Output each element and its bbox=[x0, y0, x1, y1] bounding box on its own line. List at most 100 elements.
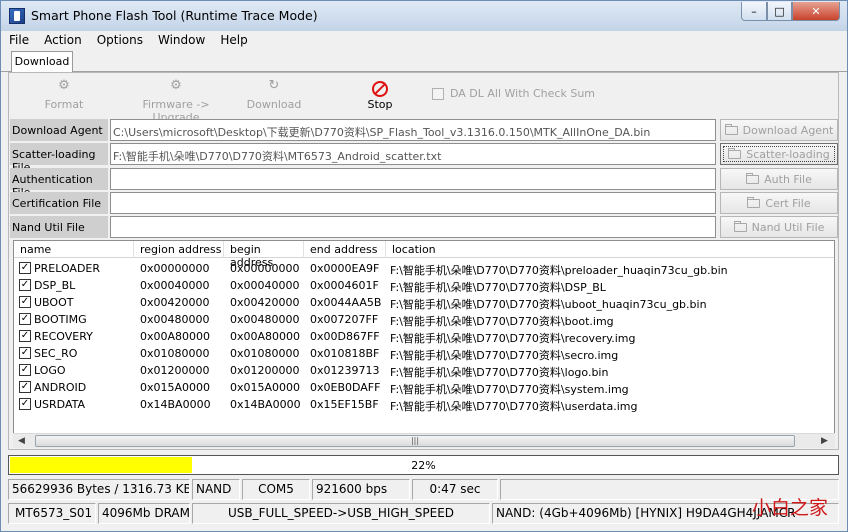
cell-name: DSP_BL bbox=[34, 279, 76, 292]
cell-end: 0x0000EA9F bbox=[310, 262, 380, 275]
format-label: Format bbox=[44, 98, 84, 111]
status-storage: NAND bbox=[192, 479, 240, 500]
cell-begin: 0x01200000 bbox=[230, 364, 300, 377]
row-checkbox[interactable]: ✓ bbox=[19, 279, 31, 291]
table-row[interactable]: ✓ ANDROID 0x015A0000 0x015A0000 0x0EB0DAFF F:… bbox=[14, 379, 834, 396]
maximize-icon: □ bbox=[774, 4, 785, 18]
cell-name: SEC_RO bbox=[34, 347, 78, 360]
cell-name: USRDATA bbox=[34, 398, 86, 411]
menu-bar: File Action Options Window Help bbox=[1, 31, 847, 50]
download-agent-field[interactable]: C:\Users\microsoft\Desktop\下载更新\D770资料\S… bbox=[110, 119, 716, 141]
cell-name: ANDROID bbox=[34, 381, 87, 394]
cell-end: 0x15EF15BF bbox=[310, 398, 379, 411]
cell-name: LOGO bbox=[34, 364, 66, 377]
download-agent-button[interactable]: Download Agent bbox=[720, 119, 838, 141]
cell-region: 0x00420000 bbox=[140, 296, 210, 309]
menu-help[interactable]: Help bbox=[212, 31, 254, 50]
format-button[interactable]: ⚙ Format bbox=[36, 78, 92, 111]
tab-download[interactable]: Download bbox=[11, 51, 73, 72]
row-checkbox[interactable]: ✓ bbox=[19, 381, 31, 393]
table-row[interactable]: ✓ UBOOT 0x00420000 0x00420000 0x0044AA5B F:\智… bbox=[14, 294, 834, 311]
download-agent-label: Download Agent bbox=[10, 119, 108, 141]
firmware-upgrade-button[interactable]: ⚙ Firmware -> Upgrade bbox=[118, 78, 234, 124]
cell-begin: 0x015A0000 bbox=[230, 381, 301, 394]
nand-util-label: Nand Util File bbox=[10, 216, 108, 238]
status-port: COM5 bbox=[242, 479, 310, 500]
cell-region: 0x00040000 bbox=[140, 279, 210, 292]
cell-begin: 0x00A80000 bbox=[230, 330, 301, 343]
file-row-certification: Certification File Cert File bbox=[10, 192, 838, 214]
minimize-icon: – bbox=[751, 4, 757, 18]
cell-region: 0x00000000 bbox=[140, 262, 210, 275]
format-icon: ⚙ bbox=[58, 78, 70, 93]
certification-field[interactable] bbox=[110, 192, 716, 214]
cell-end: 0x0044AA5B bbox=[310, 296, 382, 309]
column-header-end[interactable]: end address bbox=[304, 241, 386, 258]
cell-region: 0x01080000 bbox=[140, 347, 210, 360]
progress-bar: 22% bbox=[8, 455, 839, 475]
table-row[interactable]: ✓ PRELOADER 0x00000000 0x00000000 0x0000EA9F… bbox=[14, 260, 834, 277]
menu-options[interactable]: Options bbox=[89, 31, 150, 50]
title-bar: Smart Phone Flash Tool (Runtime Trace Mo… bbox=[1, 1, 847, 31]
progress-label: 22% bbox=[411, 459, 436, 472]
maximize-button[interactable]: □ bbox=[767, 2, 792, 21]
minimize-button[interactable]: – bbox=[741, 2, 767, 21]
row-checkbox[interactable]: ✓ bbox=[19, 330, 31, 342]
column-header-name[interactable]: name bbox=[14, 241, 134, 258]
table-row[interactable]: ✓ DSP_BL 0x00040000 0x00040000 0x0004601F F:\… bbox=[14, 277, 834, 294]
menu-window[interactable]: Window bbox=[150, 31, 212, 50]
scroll-right-icon[interactable]: ▶ bbox=[821, 436, 828, 446]
row-checkbox[interactable]: ✓ bbox=[19, 398, 31, 410]
cell-name: UBOOT bbox=[34, 296, 74, 309]
status-baud: 921600 bps bbox=[312, 479, 410, 500]
nand-util-button[interactable]: Nand Util File bbox=[720, 216, 838, 238]
table-header: name region address begin address end ad… bbox=[14, 241, 834, 269]
column-header-region[interactable]: region address bbox=[134, 241, 224, 258]
column-header-begin[interactable]: begin address bbox=[224, 241, 304, 269]
file-row-scatter-loading: Scatter-loading File F:\智能手机\朵唯\D770\D77… bbox=[10, 143, 838, 174]
scatter-loading-field[interactable]: F:\智能手机\朵唯\D770\D770资料\MT6573_Android_sc… bbox=[110, 143, 716, 165]
stop-icon bbox=[372, 81, 388, 97]
menu-file[interactable]: File bbox=[1, 31, 36, 50]
cell-name: RECOVERY bbox=[34, 330, 93, 343]
scrollbar-thumb[interactable]: ||| bbox=[35, 435, 795, 447]
stop-button[interactable]: Stop bbox=[360, 78, 400, 111]
table-row[interactable]: ✓ BOOTIMG 0x00480000 0x00480000 0x007207FF F:… bbox=[14, 311, 834, 328]
table-row[interactable]: ✓ RECOVERY 0x00A80000 0x00A80000 0x00D867FF F… bbox=[14, 328, 834, 345]
cell-location: F:\智能手机\朵唯\D770\D770资料\system.img bbox=[390, 383, 629, 396]
checksum-checkbox[interactable]: DA DL All With Check Sum bbox=[432, 87, 595, 100]
cell-location: F:\智能手机\朵唯\D770\D770资料\boot.img bbox=[390, 315, 614, 328]
authentication-field[interactable] bbox=[110, 168, 716, 190]
firmware-upgrade-icon: ⚙ bbox=[170, 78, 182, 93]
scatter-loading-button[interactable]: Scatter-loading bbox=[720, 143, 838, 165]
table-row[interactable]: ✓ LOGO 0x01200000 0x01200000 0x01239713 F:\智能… bbox=[14, 362, 834, 379]
cell-name: BOOTIMG bbox=[34, 313, 87, 326]
row-checkbox[interactable]: ✓ bbox=[19, 313, 31, 325]
certification-label: Certification File bbox=[10, 192, 108, 214]
row-checkbox[interactable]: ✓ bbox=[19, 347, 31, 359]
download-button[interactable]: ↻ Download bbox=[244, 78, 304, 111]
close-button[interactable]: ✕ bbox=[792, 2, 840, 21]
row-checkbox[interactable]: ✓ bbox=[19, 364, 31, 376]
menu-action[interactable]: Action bbox=[36, 31, 89, 50]
cell-end: 0x007207FF bbox=[310, 313, 379, 326]
row-checkbox[interactable]: ✓ bbox=[19, 296, 31, 308]
cell-location: F:\智能手机\朵唯\D770\D770资料\DSP_BL bbox=[390, 281, 606, 294]
folder-icon bbox=[728, 147, 742, 159]
table-row[interactable]: ✓ USRDATA 0x14BA0000 0x14BA0000 0x15EF15BF F:… bbox=[14, 396, 834, 413]
column-header-location[interactable]: location bbox=[386, 241, 834, 258]
scroll-left-icon[interactable]: ◀ bbox=[18, 436, 25, 446]
table-row[interactable]: ✓ SEC_RO 0x01080000 0x01080000 0x010818BF F:\… bbox=[14, 345, 834, 362]
cell-begin: 0x00420000 bbox=[230, 296, 300, 309]
folder-icon bbox=[733, 220, 747, 232]
stop-label: Stop bbox=[367, 98, 393, 111]
nand-util-field[interactable] bbox=[110, 216, 716, 238]
authentication-label: Authentication File bbox=[10, 168, 108, 199]
cert-file-button[interactable]: Cert File bbox=[720, 192, 838, 214]
auth-file-button[interactable]: Auth File bbox=[720, 168, 838, 190]
cell-end: 0x0004601F bbox=[310, 279, 379, 292]
cell-end: 0x01239713 bbox=[310, 364, 380, 377]
horizontal-scrollbar[interactable]: ◀ ||| ▶ bbox=[13, 433, 835, 448]
cell-end: 0x00D867FF bbox=[310, 330, 380, 343]
row-checkbox[interactable]: ✓ bbox=[19, 262, 31, 274]
